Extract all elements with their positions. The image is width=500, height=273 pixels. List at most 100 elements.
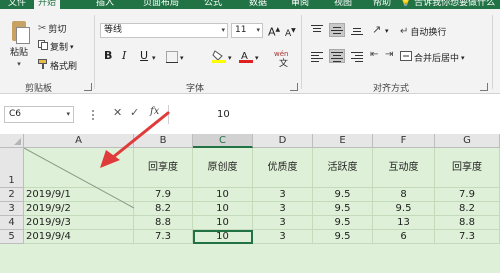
underline-button[interactable]: U xyxy=(140,50,148,62)
increase-indent-icon[interactable]: ⇥ xyxy=(385,49,393,60)
fill-color-icon[interactable] xyxy=(212,49,226,66)
header-cell[interactable]: 互动度 xyxy=(373,148,435,188)
tab-page-layout[interactable]: 页面布局 xyxy=(139,0,183,9)
value-cell[interactable]: 7.9 xyxy=(435,188,500,202)
increase-font-size-button[interactable]: A▲ xyxy=(268,24,280,39)
value-cell[interactable]: 9.5 xyxy=(313,230,373,244)
font-name-value: 等线 xyxy=(104,25,123,35)
value-cell[interactable]: 9.5 xyxy=(373,202,435,216)
value-cell[interactable]: 7.3 xyxy=(435,230,500,244)
column-header-c[interactable]: C xyxy=(193,134,253,148)
row-header-4[interactable]: 4 xyxy=(0,216,24,230)
value-cell[interactable]: 8.2 xyxy=(435,202,500,216)
header-cell[interactable]: 活跃度 xyxy=(313,148,373,188)
decrease-font-size-button[interactable]: A▼ xyxy=(285,25,296,40)
formula-input[interactable]: 10 xyxy=(168,105,496,124)
italic-button[interactable]: I xyxy=(122,50,126,62)
value-cell[interactable]: 7.3 xyxy=(134,230,193,244)
worksheet-grid[interactable]: A B C D E F G 1 回享度 原创度 优质度 活跃度 互动度 回享度 2 2019/9/1 7.9 10… xyxy=(0,134,500,273)
header-cell[interactable]: 优质度 xyxy=(253,148,313,188)
borders-icon[interactable] xyxy=(166,51,178,66)
column-header-a[interactable]: A xyxy=(24,134,134,148)
divider-dot xyxy=(92,118,94,120)
row-header-3[interactable]: 3 xyxy=(0,202,24,216)
header-cell[interactable]: 回享度 xyxy=(134,148,193,188)
insert-function-icon[interactable]: fx xyxy=(150,106,159,117)
value-cell[interactable]: 10 xyxy=(193,230,253,244)
tab-home[interactable]: 开始 xyxy=(34,0,61,9)
tab-data[interactable]: 数据 xyxy=(245,0,271,9)
date-cell[interactable]: 2019/9/3 xyxy=(24,216,134,230)
cut-button[interactable]: ✂ 剪切 xyxy=(38,22,66,35)
align-center-icon[interactable] xyxy=(329,49,345,63)
value-cell[interactable]: 8 xyxy=(373,188,435,202)
tab-review[interactable]: 审阅 xyxy=(287,0,313,9)
value-cell[interactable]: 13 xyxy=(373,216,435,230)
tab-help[interactable]: 帮助 xyxy=(369,0,395,9)
value-cell[interactable]: 7.9 xyxy=(134,188,193,202)
name-box[interactable]: C6 ▾ xyxy=(4,106,74,123)
value-cell[interactable]: 3 xyxy=(253,216,313,230)
value-cell[interactable]: 3 xyxy=(253,188,313,202)
value-cell[interactable]: 3 xyxy=(253,230,313,244)
header-cell[interactable]: 原创度 xyxy=(193,148,253,188)
value-cell[interactable]: 8.8 xyxy=(435,216,500,230)
cancel-entry-icon[interactable]: ✕ xyxy=(113,106,122,119)
value-cell[interactable]: 9.5 xyxy=(313,202,373,216)
tell-me-search[interactable]: 💡 告诉我你想要做什么 xyxy=(400,0,495,9)
value-cell[interactable]: 9.5 xyxy=(313,188,373,202)
value-cell[interactable]: 8.8 xyxy=(134,216,193,230)
wrap-text-button[interactable]: ↵ 自动换行 xyxy=(400,25,446,38)
chevron-down-icon[interactable]: ▾ xyxy=(152,52,156,64)
copy-button[interactable]: 复制 ▾ xyxy=(38,40,74,53)
row-header-2[interactable]: 2 xyxy=(0,188,24,202)
clipboard-launcher-icon[interactable] xyxy=(84,83,92,91)
row-header-1[interactable]: 1 xyxy=(0,148,24,188)
date-cell[interactable]: 2019/9/2 xyxy=(24,202,134,216)
middle-align-icon[interactable] xyxy=(329,23,345,37)
column-header-g[interactable]: G xyxy=(435,134,500,148)
enter-entry-icon[interactable]: ✓ xyxy=(130,106,139,119)
top-align-icon[interactable] xyxy=(310,24,324,36)
column-header-e[interactable]: E xyxy=(313,134,373,148)
column-header-b[interactable]: B xyxy=(134,134,193,148)
diagonal-header-cell[interactable] xyxy=(24,148,134,188)
chevron-down-icon[interactable]: ▾ xyxy=(255,52,259,64)
align-left-icon[interactable] xyxy=(310,50,324,62)
tab-file[interactable]: 文件 xyxy=(4,0,30,9)
value-cell[interactable]: 10 xyxy=(193,188,253,202)
paste-icon xyxy=(9,21,30,44)
header-cell[interactable]: 回享度 xyxy=(435,148,500,188)
chevron-down-icon[interactable]: ▾ xyxy=(385,25,389,37)
format-painter-button[interactable]: 格式刷 xyxy=(38,59,77,72)
tab-insert[interactable]: 插入 xyxy=(92,0,118,9)
value-cell[interactable]: 10 xyxy=(193,216,253,230)
bold-button[interactable]: B xyxy=(104,50,112,62)
row-header-5[interactable]: 5 xyxy=(0,230,24,244)
value-cell[interactable]: 3 xyxy=(253,202,313,216)
font-name-select[interactable]: 等线 ▾ xyxy=(100,23,228,38)
alignment-launcher-icon[interactable] xyxy=(480,83,488,91)
date-cell[interactable]: 2019/9/1 xyxy=(24,188,134,202)
select-all-corner[interactable] xyxy=(0,134,24,148)
value-cell[interactable]: 10 xyxy=(193,202,253,216)
align-right-icon[interactable] xyxy=(350,50,364,62)
bottom-align-icon[interactable] xyxy=(350,24,364,36)
merge-center-button[interactable]: 合并后居中 ▾ xyxy=(400,51,465,64)
tab-formulas[interactable]: 公式 xyxy=(200,0,226,9)
font-size-select[interactable]: 11 ▾ xyxy=(231,23,263,38)
font-launcher-icon[interactable] xyxy=(290,83,298,91)
column-header-d[interactable]: D xyxy=(253,134,313,148)
value-cell[interactable]: 6 xyxy=(373,230,435,244)
chevron-down-icon[interactable]: ▾ xyxy=(180,52,184,64)
value-cell[interactable]: 8.2 xyxy=(134,202,193,216)
tab-view[interactable]: 视图 xyxy=(330,0,356,9)
decrease-indent-icon[interactable]: ⇤ xyxy=(370,49,378,60)
orientation-icon[interactable]: ↗ xyxy=(372,23,381,36)
chevron-down-icon[interactable]: ▾ xyxy=(228,52,232,64)
value-cell[interactable]: 9.5 xyxy=(313,216,373,230)
column-header-f[interactable]: F xyxy=(373,134,435,148)
date-cell[interactable]: 2019/9/4 xyxy=(24,230,134,244)
paste-button[interactable]: 粘贴 ▾ xyxy=(4,21,34,73)
font-color-icon[interactable]: A xyxy=(239,49,253,66)
